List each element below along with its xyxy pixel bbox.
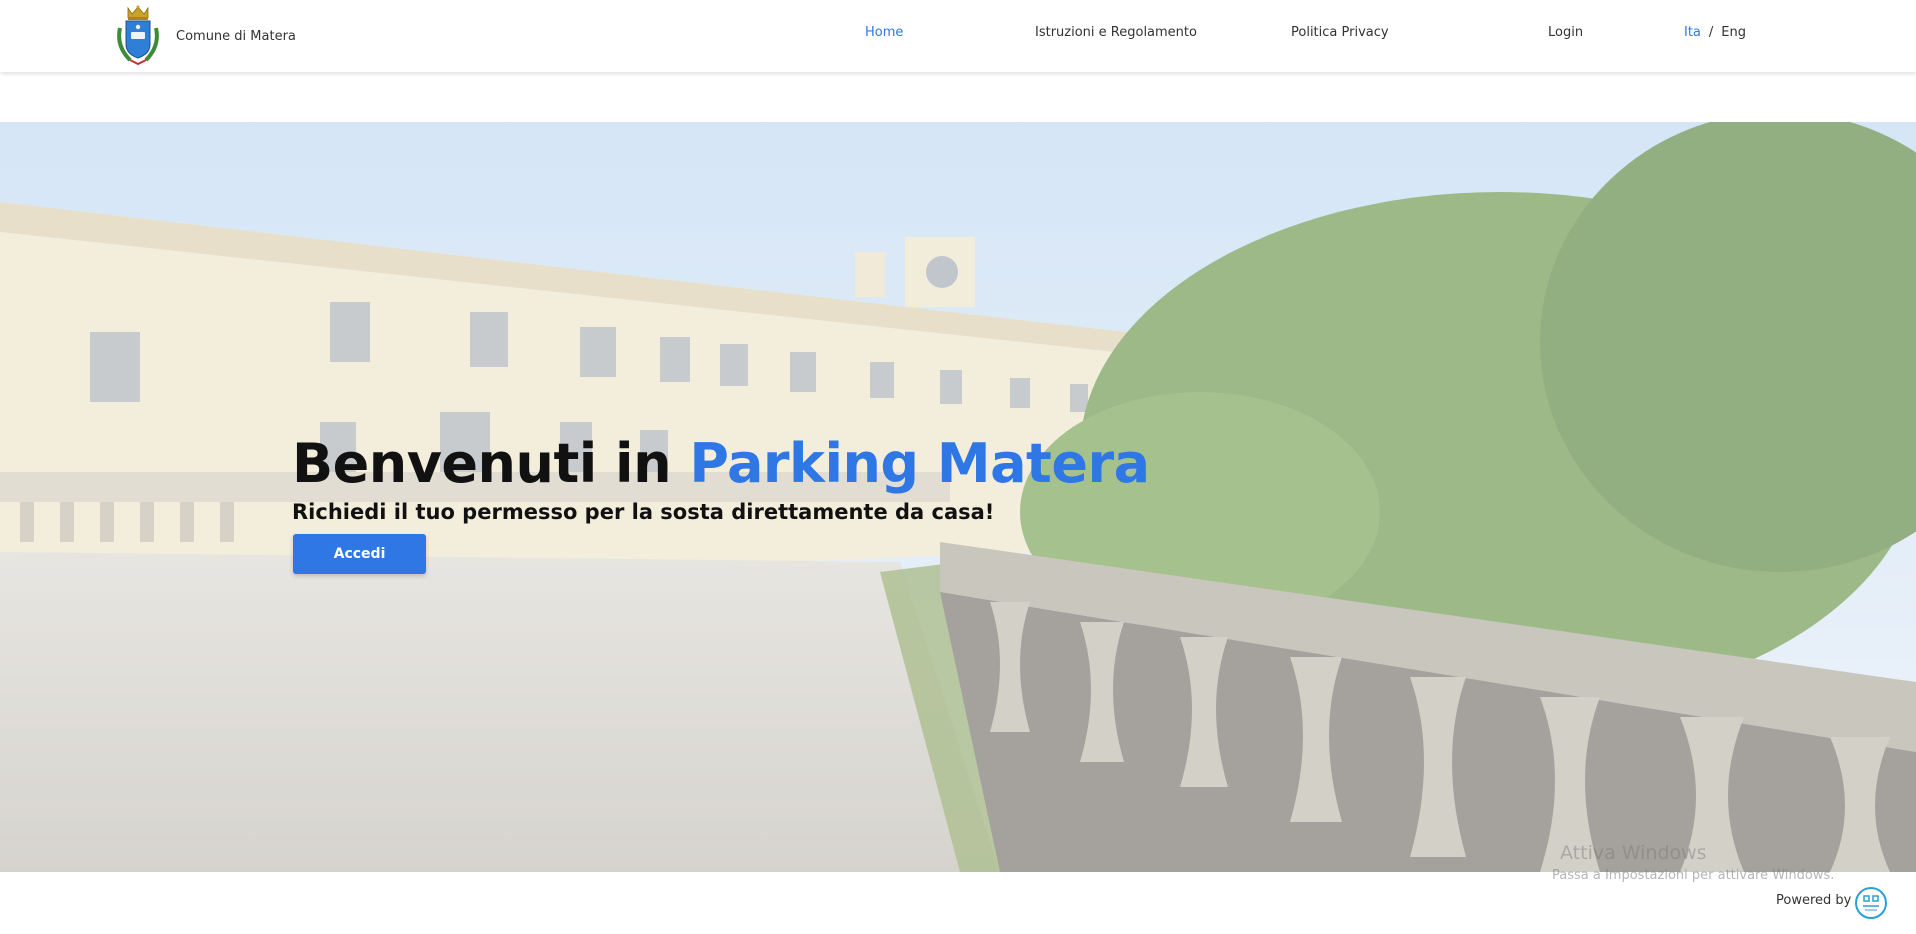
municipal-crest-icon (117, 5, 159, 66)
hero-title-accent: Parking Matera (689, 432, 1150, 495)
nav-login[interactable]: Login (1548, 25, 1583, 40)
provider-logo-icon[interactable] (1854, 886, 1888, 920)
brand-name: Comune di Matera (176, 28, 296, 44)
brand[interactable]: Comune di Matera (114, 4, 296, 68)
hero-banner: Benvenuti in Parking Matera Richiedi il … (0, 122, 1916, 872)
nav-politica-privacy[interactable]: Politica Privacy (1291, 25, 1389, 40)
hero-subtitle: Richiedi il tuo permesso per la sosta di… (292, 500, 995, 524)
nav-istruzioni-regolamento[interactable]: Istruzioni e Regolamento (1035, 25, 1197, 40)
hero-overlay (0, 122, 1916, 872)
nav-home[interactable]: Home (865, 25, 903, 40)
language-switcher: Ita / Eng (1684, 25, 1746, 40)
lang-separator: / (1708, 25, 1714, 40)
accedi-button[interactable]: Accedi (293, 534, 426, 574)
lang-eng[interactable]: Eng (1721, 25, 1746, 40)
windows-activation-subtitle: Passa a Impostazioni per attivare Window… (1552, 868, 1835, 883)
top-header: Comune di Matera Home Istruzioni e Regol… (0, 0, 1916, 72)
hero-title-prefix: Benvenuti in (292, 432, 690, 495)
powered-by-label: Powered by (1776, 893, 1852, 908)
hero-title: Benvenuti in Parking Matera (292, 432, 1150, 495)
lang-ita[interactable]: Ita (1684, 25, 1701, 40)
windows-activation-title: Attiva Windows (1560, 842, 1707, 864)
